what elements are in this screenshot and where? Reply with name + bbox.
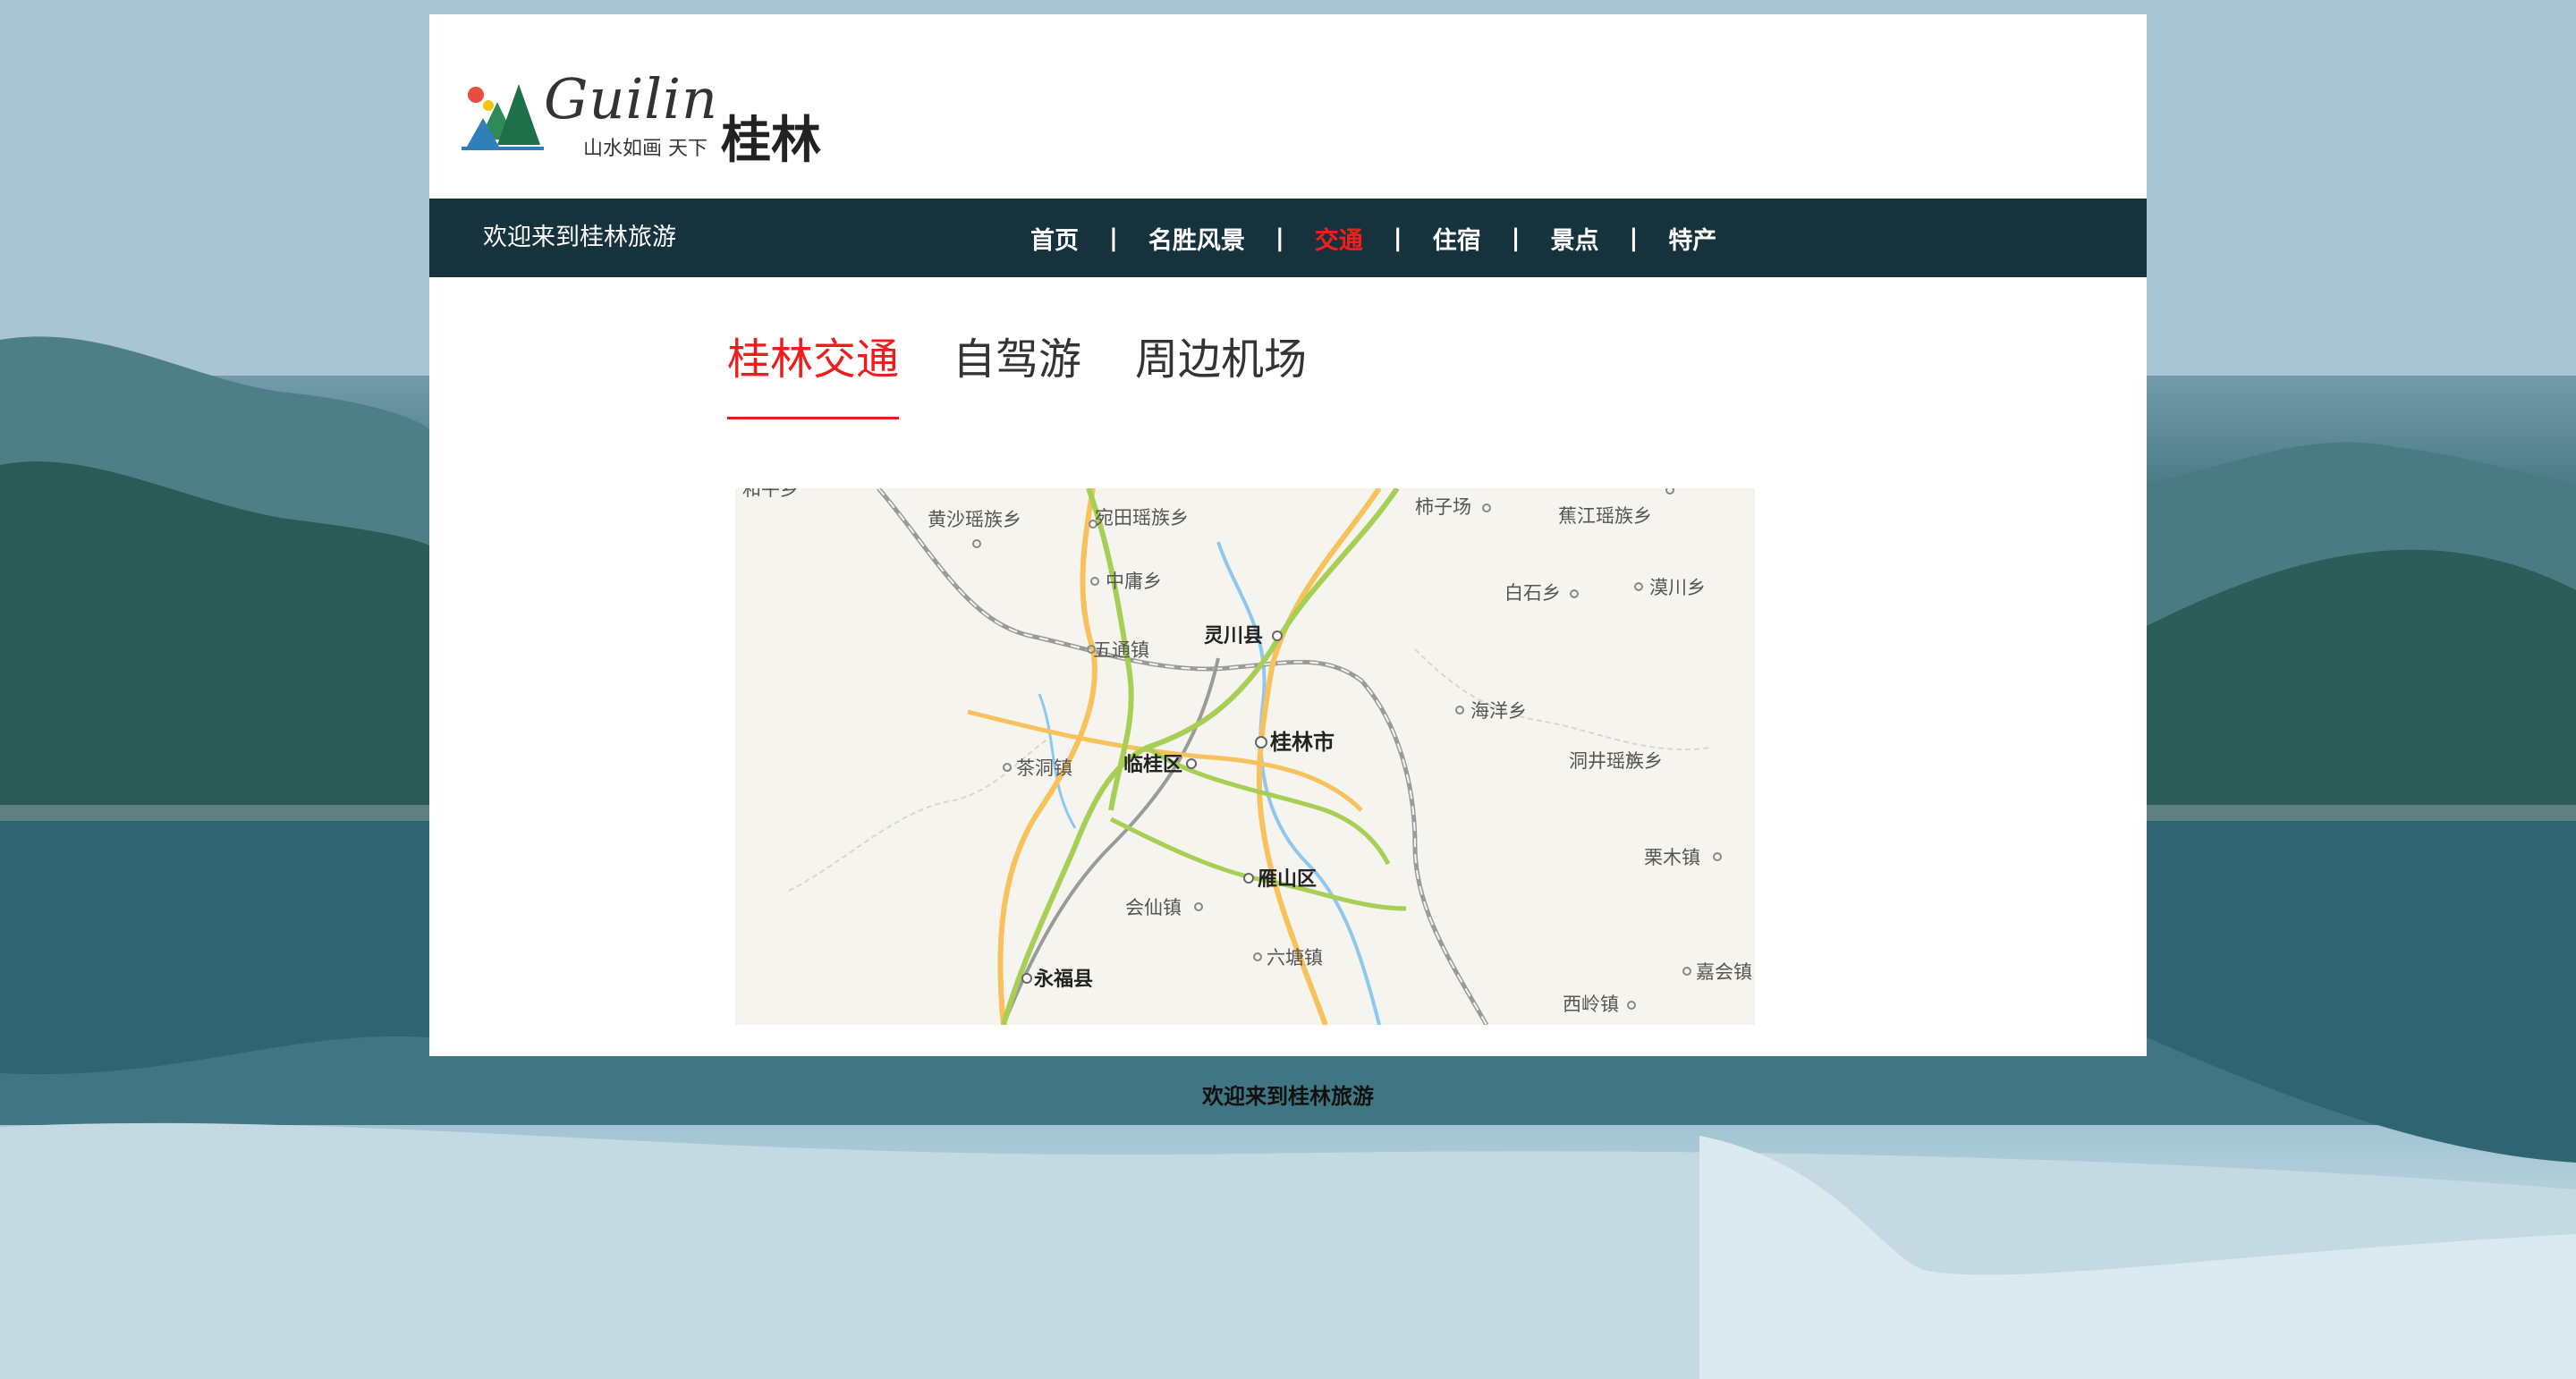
map-label: 嘉会镇 — [1696, 961, 1752, 983]
map-label: 茶洞镇 — [1016, 757, 1072, 779]
tab-nearby-airports[interactable]: 周边机场 — [1135, 324, 1307, 419]
nav-item-transport[interactable]: 交通 — [1315, 221, 1363, 256]
main-navbar: 欢迎来到桂林旅游 首页 | 名胜风景 | 交通 | 住宿 | 景点 | 特产 — [429, 199, 2147, 277]
nav-separator: | — [1109, 224, 1118, 252]
map-label: 五通镇 — [1093, 639, 1149, 661]
map-label: 灵川县 — [1204, 625, 1263, 647]
map-label: 桂林市 — [1270, 730, 1335, 755]
map-label: 海洋乡 — [1470, 700, 1527, 722]
site-logo[interactable]: Guilin 山水如画 天下 桂林 — [462, 61, 837, 170]
map-label: 雁山区 — [1258, 868, 1317, 891]
map-label: 永福县 — [1034, 968, 1093, 991]
map-label: 六塘镇 — [1267, 947, 1323, 969]
map-label: 洞井瑶族乡 — [1569, 750, 1663, 772]
logo-trees-icon — [462, 84, 544, 150]
nav-item-home[interactable]: 首页 — [1030, 221, 1079, 256]
tab-guilin-transport[interactable]: 桂林交通 — [727, 324, 900, 419]
nav-separator: | — [1275, 224, 1284, 252]
nav-separator: | — [1629, 224, 1639, 252]
map-label: 临桂区 — [1123, 753, 1182, 776]
map-label: 白石乡 — [1504, 582, 1561, 604]
map-label: 柿子场 — [1415, 496, 1471, 518]
nav-item-specialties[interactable]: 特产 — [1668, 221, 1716, 256]
nav-item-attractions[interactable]: 景点 — [1551, 221, 1599, 256]
map-label: 中庸乡 — [1106, 571, 1162, 592]
map-label: 西岭镇 — [1563, 994, 1619, 1015]
map-label: 栗木镇 — [1644, 847, 1700, 868]
logo-chinese-name: 桂林 — [721, 112, 821, 170]
map-label: 漠川乡 — [1649, 577, 1706, 598]
tab-self-drive[interactable]: 自驾游 — [953, 324, 1081, 419]
navbar-welcome-text: 欢迎来到桂林旅游 — [483, 224, 676, 251]
transport-map[interactable]: 和平乡 黄沙瑶族乡 宛田瑶族乡 柿子场 蕉江瑶族乡 白石乡 漠川乡 中庸乡 五通… — [735, 488, 1755, 1025]
nav-separator: | — [1393, 224, 1402, 252]
footer-welcome-text: 欢迎来到桂林旅游 — [1202, 1084, 1374, 1109]
nav-menu: 首页 | 名胜风景 | 交通 | 住宿 | 景点 | 特产 — [1030, 199, 1716, 277]
logo-wordmark: Guilin — [544, 66, 718, 131]
map-canvas: 和平乡 黄沙瑶族乡 宛田瑶族乡 柿子场 蕉江瑶族乡 白石乡 漠川乡 中庸乡 五通… — [735, 488, 1755, 1025]
site-header: Guilin 山水如画 天下 桂林 — [429, 14, 2147, 199]
map-label: 蕉江瑶族乡 — [1558, 505, 1652, 527]
nav-separator: | — [1511, 224, 1521, 252]
nav-item-scenery[interactable]: 名胜风景 — [1148, 221, 1245, 256]
map-label: 黄沙瑶族乡 — [928, 509, 1021, 530]
map-label: 宛田瑶族乡 — [1095, 507, 1189, 529]
main-page-container: Guilin 山水如画 天下 桂林 欢迎来到桂林旅游 首页 | 名胜风景 | 交… — [429, 14, 2147, 1056]
nav-item-accommodation[interactable]: 住宿 — [1433, 221, 1481, 256]
map-label: 和平乡 — [742, 488, 799, 500]
logo-subtitle: 山水如画 天下 — [583, 138, 708, 160]
content-tabs: 桂林交通 自驾游 周边机场 — [727, 324, 1360, 419]
map-label: 会仙镇 — [1125, 897, 1182, 918]
